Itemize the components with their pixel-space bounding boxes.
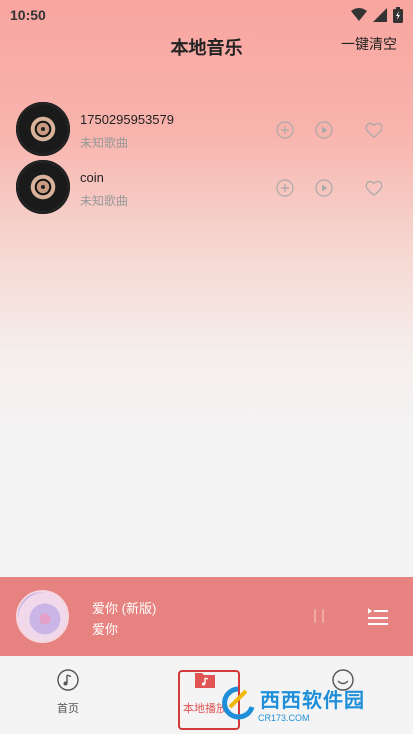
vinyl-disc-icon (16, 160, 70, 214)
watermark-logo-icon (222, 686, 255, 720)
now-playing-bar[interactable]: 爱你 (新版) 爱你 (0, 577, 413, 656)
watermark-brand: 西西软件园 (260, 689, 365, 712)
header: 本地音乐 一键清空 (0, 30, 413, 62)
clear-all-button[interactable]: 一键清空 (341, 34, 397, 54)
watermark-text-group: 西西软件园 CR173.COM (258, 684, 365, 723)
add-icon[interactable] (275, 178, 295, 198)
now-playing-title: 爱你 (新版) (92, 601, 157, 616)
status-time: 10:50 (10, 7, 46, 23)
play-icon[interactable] (314, 178, 334, 198)
song-list: 1750295953579 未知歌曲 coin 未知歌曲 (0, 102, 413, 218)
status-bar: 10:50 (0, 0, 413, 30)
album-cover[interactable] (16, 590, 69, 643)
song-name: 1750295953579 (80, 112, 174, 127)
music-note-icon (57, 669, 79, 691)
battery-icon (393, 7, 403, 23)
vinyl-disc-icon (16, 102, 70, 156)
signal-icon (373, 8, 387, 22)
pause-icon[interactable] (311, 607, 327, 625)
nav-home-label: 首页 (57, 703, 79, 715)
nav-home[interactable]: 首页 (23, 668, 113, 716)
now-playing-artist: 爱你 (92, 622, 119, 637)
status-icons (351, 7, 403, 23)
list-item[interactable]: 1750295953579 未知歌曲 (0, 102, 413, 160)
song-artist: 未知歌曲 (80, 194, 129, 208)
play-icon[interactable] (314, 120, 334, 140)
playlist-icon[interactable] (366, 604, 390, 628)
song-artist: 未知歌曲 (80, 136, 129, 150)
list-item[interactable]: coin 未知歌曲 (0, 160, 413, 218)
watermark-domain: CR173.COM (258, 712, 310, 723)
add-icon[interactable] (275, 120, 295, 140)
wifi-icon (351, 8, 367, 21)
song-name: coin (80, 170, 104, 185)
heart-icon[interactable] (364, 178, 384, 198)
heart-icon[interactable] (364, 120, 384, 140)
watermark: 西西软件园 CR173.COM (218, 683, 398, 723)
